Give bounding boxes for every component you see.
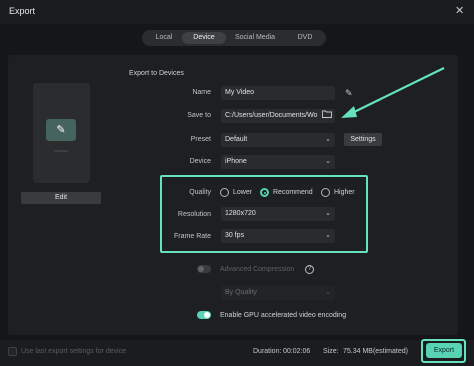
export-button[interactable]: Export — [426, 343, 462, 358]
edit-button[interactable]: Edit — [21, 192, 101, 204]
name-label: Name — [192, 89, 211, 96]
save-to-label: Save to — [187, 112, 211, 119]
folder-icon[interactable] — [322, 110, 332, 118]
advanced-compression-label: Advanced Compression — [220, 266, 295, 273]
ai-rename-icon[interactable]: ✎ — [345, 88, 353, 99]
chevron-down-icon: ⌄ — [325, 136, 331, 143]
save-path-value: C:/Users/user/Documents/Wo — [225, 112, 318, 119]
thumbnail-placeholder-bar — [54, 150, 68, 152]
window-title: Export — [9, 6, 36, 16]
export-tabs: Local Device Social Media DVD — [142, 30, 326, 46]
section-title: Export to Devices — [129, 70, 184, 77]
use-last-settings-label: Use last export settings for device — [21, 348, 127, 355]
use-last-settings-checkbox[interactable] — [8, 347, 17, 356]
preset-select[interactable]: Default ⌄ — [221, 133, 335, 147]
quality-lower-radio[interactable] — [220, 188, 229, 197]
tab-dvd[interactable]: DVD — [288, 32, 322, 44]
resolution-select[interactable]: 1280x720 ⌄ — [221, 207, 335, 221]
size-value: 75.34 MB(estimated) — [343, 348, 408, 355]
advanced-compression-toggle[interactable] — [197, 265, 211, 273]
quality-label: Quality — [189, 189, 211, 196]
resolution-value: 1280x720 — [225, 210, 256, 217]
quality-recommend-radio[interactable] — [260, 188, 269, 197]
device-value: iPhone — [225, 158, 247, 165]
frame-rate-label: Frame Rate — [174, 233, 211, 240]
chevron-down-icon: ⌄ — [325, 232, 331, 239]
tab-social-media[interactable]: Social Media — [228, 32, 282, 44]
chevron-down-icon: ⌄ — [325, 158, 331, 165]
duration-value: 00:02:06 — [283, 348, 311, 355]
quality-lower-label[interactable]: Lower — [233, 189, 252, 196]
quality-recommend-label[interactable]: Recommend — [273, 189, 313, 196]
tab-local[interactable]: Local — [146, 32, 182, 44]
device-select[interactable]: iPhone ⌄ — [221, 155, 335, 169]
close-icon[interactable]: ✕ — [455, 4, 464, 17]
compression-mode-value: By Quality — [225, 289, 257, 296]
preset-label: Preset — [190, 136, 211, 143]
quality-higher-label[interactable]: Higher — [334, 189, 355, 196]
resolution-label: Resolution — [177, 211, 211, 218]
gpu-encoding-toggle[interactable] — [197, 311, 211, 319]
edit-pen-icon: ✎ — [46, 119, 76, 141]
gpu-encoding-label: Enable GPU accelerated video encoding — [220, 312, 347, 319]
tab-device[interactable]: Device — [182, 32, 226, 44]
preset-value: Default — [225, 136, 248, 143]
device-label: Device — [189, 158, 211, 165]
frame-rate-value: 30 fps — [225, 232, 245, 239]
info-icon[interactable]: ? — [305, 265, 314, 274]
settings-button[interactable]: Settings — [344, 133, 382, 146]
frame-rate-select[interactable]: 30 fps ⌄ — [221, 229, 335, 243]
quality-higher-radio[interactable] — [321, 188, 330, 197]
duration-label: Duration: — [253, 348, 282, 355]
compression-mode-select[interactable]: By Quality ⌄ — [221, 286, 335, 300]
name-input[interactable]: My Video — [221, 86, 335, 100]
chevron-down-icon: ⌄ — [325, 210, 331, 217]
size-label: Size: — [323, 348, 339, 355]
save-path-input[interactable]: C:/Users/user/Documents/Wo — [221, 109, 335, 123]
chevron-down-icon: ⌄ — [325, 289, 331, 296]
title-bar: Export ✕ — [0, 0, 474, 24]
